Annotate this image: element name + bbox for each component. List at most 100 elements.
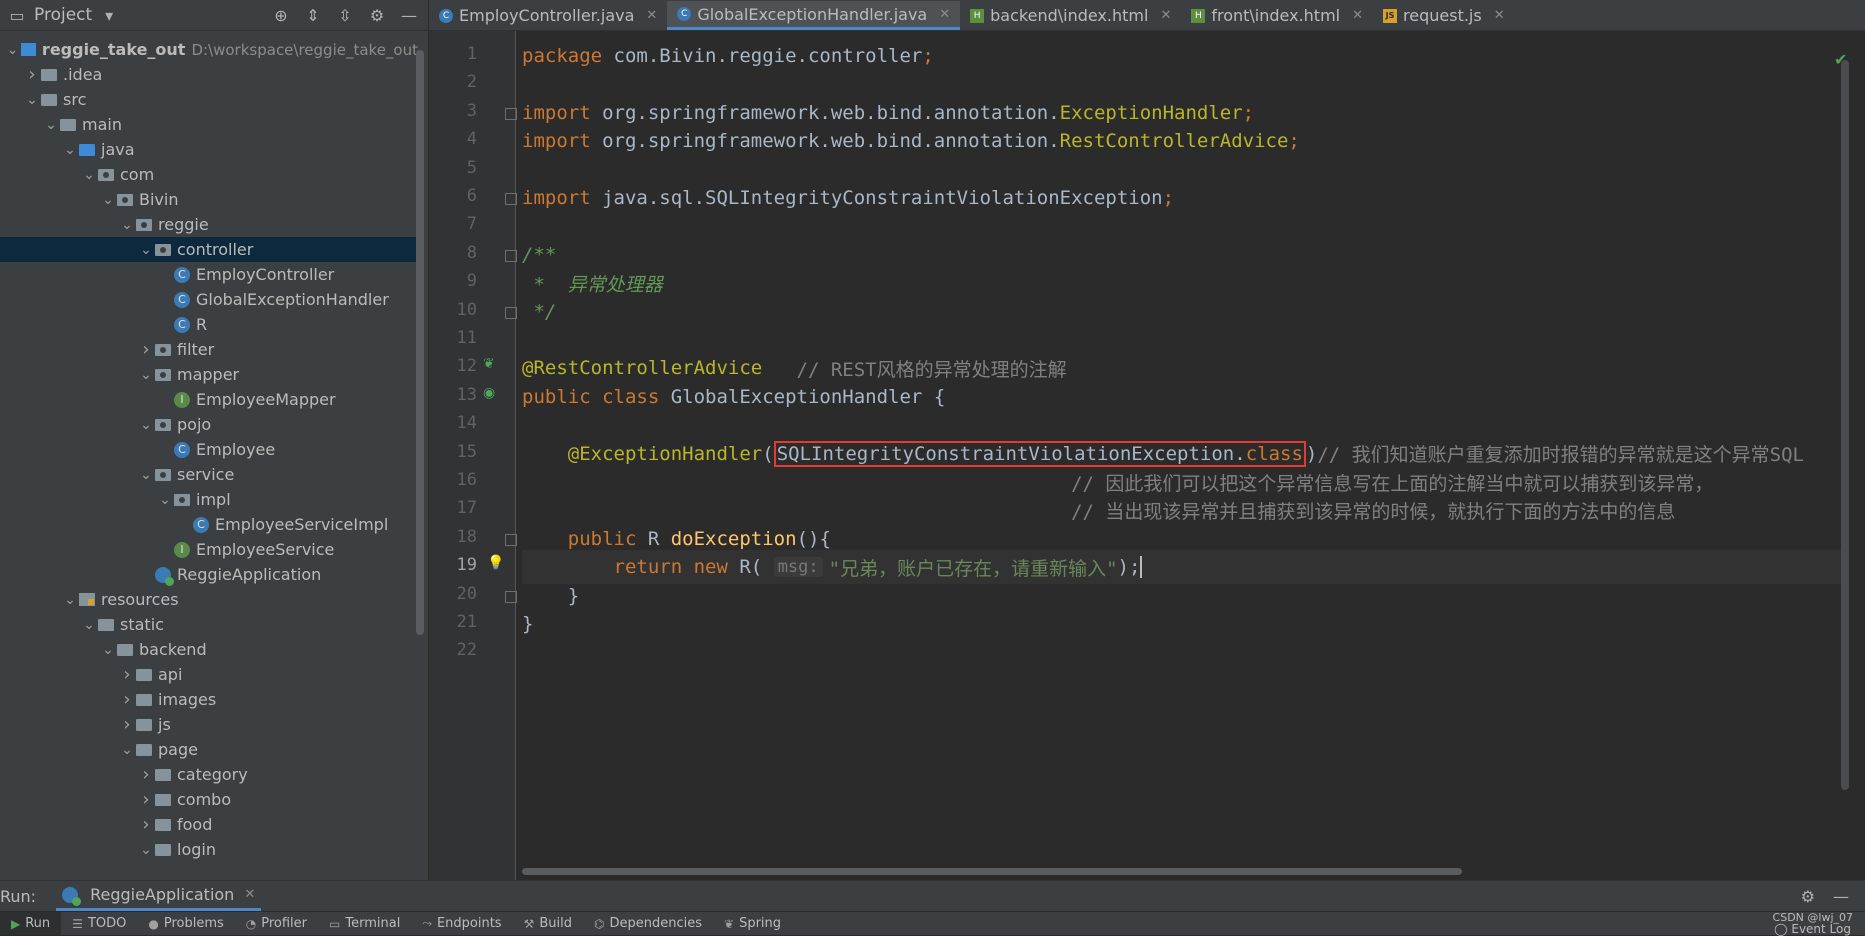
chevron-down-icon[interactable]: ⌄ bbox=[137, 467, 155, 483]
lightbulb-icon[interactable]: 💡 bbox=[487, 555, 504, 571]
tree-item-images[interactable]: › images bbox=[0, 687, 418, 712]
editor-vertical-scrollbar[interactable] bbox=[1841, 60, 1849, 790]
chevron-right-icon[interactable]: › bbox=[118, 714, 136, 735]
chevron-right-icon[interactable]: › bbox=[137, 814, 155, 835]
tree-item-src[interactable]: ⌄ src bbox=[0, 87, 418, 112]
tree-item-service[interactable]: ⌄ service bbox=[0, 462, 418, 487]
fold-marker-icon[interactable] bbox=[505, 107, 517, 120]
close-icon[interactable]: ✕ bbox=[939, 7, 950, 22]
chevron-down-icon[interactable]: ⌄ bbox=[80, 167, 98, 183]
close-icon[interactable]: ✕ bbox=[1494, 8, 1505, 23]
fold-marker-icon[interactable] bbox=[505, 533, 517, 546]
tree-item-impl[interactable]: ⌄ impl bbox=[0, 487, 418, 512]
code-line[interactable]: import java.sql.SQLIntegrityConstraintVi… bbox=[522, 181, 1174, 215]
tree-item-combo[interactable]: › combo bbox=[0, 787, 418, 812]
chevron-down-icon[interactable]: ⌄ bbox=[156, 492, 174, 508]
fold-marker-icon[interactable] bbox=[505, 590, 517, 603]
tree-item-food[interactable]: › food bbox=[0, 812, 418, 837]
chevron-down-icon[interactable]: ⌄ bbox=[137, 367, 155, 383]
fold-marker-icon[interactable] bbox=[505, 249, 517, 262]
fold-marker-icon[interactable] bbox=[505, 193, 517, 205]
chevron-right-icon[interactable]: › bbox=[137, 764, 155, 785]
chevron-down-icon[interactable]: ⌄ bbox=[61, 142, 79, 158]
tree-item-resources[interactable]: ⌄ resources bbox=[0, 587, 418, 612]
tree-item-idea[interactable]: › .idea bbox=[0, 62, 418, 87]
gear-icon[interactable]: ⚙ bbox=[366, 6, 388, 25]
code-line[interactable]: */ bbox=[522, 295, 556, 329]
tree-item-r[interactable]: CR bbox=[0, 312, 418, 337]
tree-item-backend[interactable]: ⌄ backend bbox=[0, 637, 418, 662]
chevron-right-icon[interactable]: › bbox=[137, 789, 155, 810]
tree-item-login[interactable]: ⌄ login bbox=[0, 837, 418, 862]
code-line[interactable]: public class GlobalExceptionHandler { bbox=[522, 380, 945, 414]
tree-item-js[interactable]: › js bbox=[0, 712, 418, 737]
tree-item-employcontroller[interactable]: C EmployController bbox=[0, 262, 418, 287]
chevron-down-icon[interactable]: ⌄ bbox=[23, 92, 41, 108]
tree-item-filter[interactable]: › filter bbox=[0, 337, 418, 362]
tab-front-index-html[interactable]: Hfront\index.html ✕ bbox=[1181, 1, 1373, 30]
tree-item-reggie[interactable]: ⌄ reggie bbox=[0, 212, 418, 237]
tab-employcontroller-java[interactable]: C EmployController.java ✕ bbox=[429, 1, 667, 30]
expand-all-icon[interactable]: ⇕ bbox=[302, 6, 324, 25]
tree-item-api[interactable]: › api bbox=[0, 662, 418, 687]
tool-window-profiler[interactable]: ◔ Profiler bbox=[235, 912, 318, 935]
tool-window-dependencies[interactable]: ⌬ Dependencies bbox=[583, 912, 713, 935]
tree-item-controller[interactable]: ⌄ controller bbox=[0, 237, 418, 262]
fold-marker-icon[interactable] bbox=[505, 306, 517, 319]
tab-request-js[interactable]: JS request.js ✕ bbox=[1373, 1, 1515, 30]
chevron-down-icon[interactable]: ⌄ bbox=[99, 192, 117, 208]
chevron-down-icon[interactable]: ⌄ bbox=[61, 592, 79, 608]
tool-window-run[interactable]: ▶ Run bbox=[0, 912, 62, 935]
tree-item-employeemapper[interactable]: I EmployeeMapper bbox=[0, 387, 418, 412]
editor-horizontal-scrollbar[interactable] bbox=[522, 868, 1462, 875]
tree-item-category[interactable]: › category bbox=[0, 762, 418, 787]
tool-window-todo[interactable]: ☰ TODO bbox=[61, 912, 137, 935]
chevron-down-icon[interactable]: ⌄ bbox=[118, 742, 136, 758]
chevron-right-icon[interactable]: › bbox=[118, 689, 136, 710]
code-line[interactable]: package com.Bivin.reggie.controller; bbox=[522, 39, 934, 73]
tree-item-reggie-take-out[interactable]: ⌄ reggie_take_out D:\workspace\reggie_take… bbox=[0, 37, 418, 62]
chevron-right-icon[interactable]: › bbox=[137, 339, 155, 360]
tree-item-java[interactable]: ⌄ java bbox=[0, 137, 418, 162]
chevron-down-icon[interactable]: ⌄ bbox=[137, 842, 155, 858]
close-icon[interactable]: ✕ bbox=[646, 8, 657, 23]
tool-window-terminal[interactable]: ▭ Terminal bbox=[318, 912, 411, 935]
tree-item-page[interactable]: ⌄ page bbox=[0, 737, 418, 762]
tool-window-build[interactable]: ⚒ Build bbox=[513, 912, 583, 935]
chevron-down-icon[interactable]: ⌄ bbox=[42, 117, 60, 133]
collapse-all-icon[interactable]: ⇳ bbox=[334, 6, 356, 25]
code-line[interactable]: } bbox=[522, 607, 533, 641]
project-view-selector[interactable]: ▭ Project ▾ bbox=[0, 5, 120, 25]
chevron-down-icon[interactable]: ⌄ bbox=[99, 642, 117, 658]
code-line[interactable]: import org.springframework.web.bind.anno… bbox=[522, 124, 1300, 158]
close-icon[interactable]: ✕ bbox=[1160, 8, 1171, 23]
spring-component-icon[interactable]: ◉ bbox=[483, 385, 495, 401]
close-icon[interactable]: ✕ bbox=[1352, 8, 1363, 23]
tree-item-com[interactable]: ⌄ com bbox=[0, 162, 418, 187]
gear-icon[interactable]: ⚙ bbox=[1801, 887, 1815, 906]
tree-item-bivin[interactable]: ⌄ Bivin bbox=[0, 187, 418, 212]
tool-window-endpoints[interactable]: ⤳ Endpoints bbox=[411, 912, 512, 935]
tree-item-employee[interactable]: C Employee bbox=[0, 437, 418, 462]
close-icon[interactable]: ✕ bbox=[244, 887, 255, 902]
chevron-down-icon[interactable]: ⌄ bbox=[4, 42, 21, 58]
chevron-down-icon[interactable]: ⌄ bbox=[118, 217, 136, 233]
tree-item-static[interactable]: ⌄ static bbox=[0, 612, 418, 637]
code-line[interactable]: return new R( msg: "兄弟，账户已存在，请重新输入"); bbox=[522, 550, 1842, 585]
tree-item-reggieapplication[interactable]: ReggieApplication bbox=[0, 562, 418, 587]
hide-panel-icon[interactable]: — bbox=[398, 6, 420, 25]
code-editor[interactable]: package com.Bivin.reggie.controller; impo… bbox=[522, 31, 1842, 880]
chevron-down-icon[interactable]: ⌄ bbox=[137, 242, 155, 258]
tool-window-spring[interactable]: ❦ Spring bbox=[713, 912, 792, 935]
tree-item-mapper[interactable]: ⌄ mapper bbox=[0, 362, 418, 387]
tree-item-main[interactable]: ⌄ main bbox=[0, 112, 418, 137]
spring-bean-icon[interactable]: ❦ bbox=[483, 356, 495, 372]
chevron-down-icon[interactable]: ⌄ bbox=[137, 417, 155, 433]
tree-item-pojo[interactable]: ⌄ pojo bbox=[0, 412, 418, 437]
run-tab-reggie-application[interactable]: ReggieApplication ✕ bbox=[56, 881, 262, 911]
tree-item-employeeservice[interactable]: I EmployeeService bbox=[0, 537, 418, 562]
tool-window-problems[interactable]: ● Problems bbox=[137, 912, 234, 935]
hide-panel-icon[interactable]: — bbox=[1833, 887, 1849, 906]
tree-item-globalexceptionhandler[interactable]: C GlobalExceptionHandler bbox=[0, 287, 418, 312]
sidebar-scrollbar[interactable] bbox=[416, 50, 424, 635]
